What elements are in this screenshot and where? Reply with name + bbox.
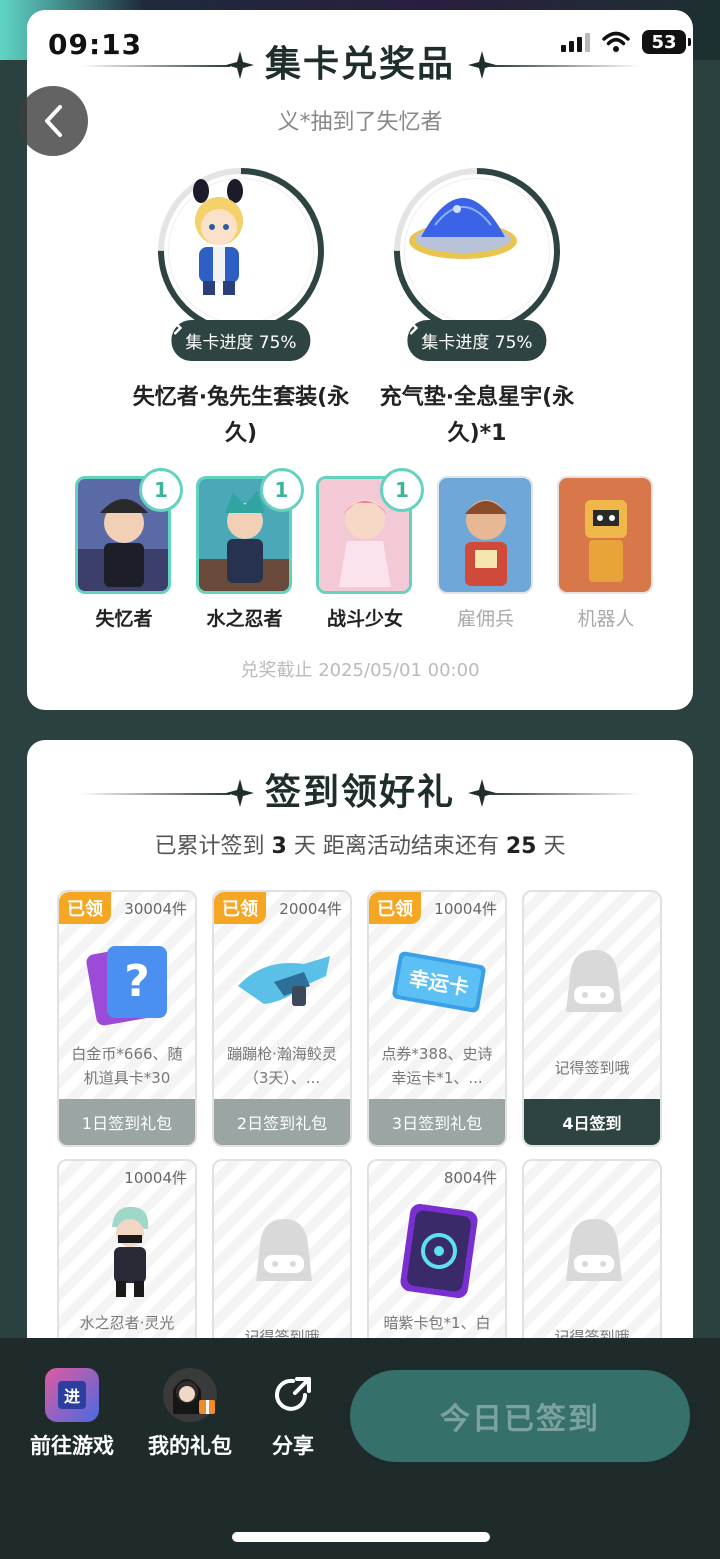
gift-description: 暗紫卡包*1、白: [383, 1314, 491, 1332]
claimed-badge: 已领: [214, 892, 266, 924]
character-card-item[interactable]: 机器人: [557, 476, 655, 631]
character-card-image: [436, 476, 533, 594]
character-card-item[interactable]: 1 失忆者: [75, 468, 183, 631]
gift-description: 点券*388、史诗幸运卡*1、...: [381, 1045, 493, 1087]
share-label: 分享: [272, 1434, 314, 1458]
claimed-badge: 已领: [369, 892, 421, 924]
checkin-title-wrap: 签到领好礼: [27, 770, 693, 816]
checkin-summary: 已累计签到 3 天 距离活动结束还有 25 天: [27, 828, 693, 860]
checkin-card: 签到领好礼 已累计签到 3 天 距离活动结束还有 25 天 已领 30004件 …: [27, 740, 693, 1380]
gift-count: 10004件: [434, 900, 497, 918]
avatar-gift-icon: [163, 1368, 217, 1422]
wifi-icon: [602, 31, 630, 52]
redeem-deadline: 兑奖截止 2025/05/01 00:00: [240, 660, 480, 681]
prize-item[interactable]: 集卡进度 75% 失忆者·兔先生套装(永久): [131, 166, 351, 452]
character-card-item[interactable]: 雇佣兵: [436, 476, 535, 631]
share-button[interactable]: 分享: [266, 1368, 320, 1460]
gift-description: 白金币*666、随机道具卡*30: [71, 1045, 183, 1087]
game-icon: 进: [45, 1368, 99, 1422]
svg-text:?: ?: [124, 956, 150, 1007]
remaining-days: 25: [505, 834, 537, 859]
back-button[interactable]: [18, 86, 88, 156]
game-icon-text: 进: [57, 1381, 86, 1409]
card-pack-icon: [389, 1201, 489, 1301]
prize-name: 充气垫·全息星宇(永久)*1: [379, 385, 575, 446]
status-bar: 09:13 53: [0, 0, 720, 80]
character-card-item[interactable]: 1 水之忍者: [195, 468, 304, 631]
checkin-summary-suffix: 天: [543, 834, 566, 859]
prize-progress-ring: 集卡进度 75%: [392, 166, 562, 361]
checkin-title: 签到领好礼: [264, 772, 455, 813]
placeholder-mascot-icon: [234, 1201, 334, 1301]
character-name: 雇佣兵: [456, 608, 514, 630]
gift-tile[interactable]: 记得签到哦 4日签到: [522, 890, 662, 1147]
my-gifts-label: 我的礼包: [148, 1434, 232, 1458]
battery-icon: 53: [642, 30, 691, 54]
placeholder-mascot-icon: [544, 1201, 644, 1301]
checkin-summary-mid: 天 距离活动结束还有: [293, 834, 499, 859]
share-icon: [266, 1368, 320, 1422]
status-time: 09:13: [48, 28, 143, 61]
card-count-badge: 1: [380, 468, 424, 512]
character-card-image: [557, 476, 653, 594]
gift-grid: 已领 30004件 ? 白金币*666、随机道具卡*30 1日签到礼包 已领 2…: [57, 890, 663, 1380]
gift-count: 20004件: [279, 900, 342, 918]
prize-progress-pill[interactable]: 集卡进度 75%: [171, 320, 311, 361]
inflatable-pad-icon: [404, 178, 550, 324]
prize-name: 失忆者·兔先生套装(永久): [132, 385, 350, 446]
gift-description: 蹦蹦枪·瀚海鲛灵（3天）、...: [227, 1045, 337, 1087]
prize-progress-label: 集卡进度 75%: [185, 333, 297, 353]
lucky-card-icon: 幸运卡: [389, 932, 489, 1032]
checkin-days: 3: [271, 834, 287, 859]
gift-description: 记得签到哦: [554, 1059, 630, 1077]
title-deco-line: [80, 793, 230, 795]
chevron-left-icon: [45, 105, 62, 137]
card-count-badge: 1: [259, 468, 304, 512]
my-gifts-button[interactable]: 我的礼包: [148, 1368, 232, 1460]
gift-tile[interactable]: 已领 10004件 幸运卡 点券*388、史诗幸运卡*1、... 3日签到礼包: [367, 890, 507, 1147]
gift-tile[interactable]: 已领 30004件 ? 白金币*666、随机道具卡*30 1日签到礼包: [57, 890, 197, 1147]
gift-description: 水之忍者·灵光: [79, 1314, 175, 1332]
chevron-right-icon: [173, 321, 183, 335]
draw-news: 义*抽到了失忆者: [277, 110, 443, 135]
blaster-icon: [234, 932, 334, 1032]
bottom-action-bar: 进 前往游戏 我的礼包 分享 今日已签到: [0, 1338, 720, 1559]
prize-item[interactable]: 集卡进度 75% 充气垫·全息星宇(永久)*1: [367, 166, 587, 452]
title-deco-line: [490, 793, 640, 795]
gift-count: 30004件: [124, 900, 187, 918]
gift-footer: 1日签到礼包: [59, 1099, 195, 1145]
character-name: 战斗少女: [326, 608, 403, 630]
character-card-item[interactable]: 1 战斗少女: [316, 468, 424, 631]
prize-progress-label: 集卡进度 75%: [421, 333, 533, 353]
character-name: 水之忍者: [206, 608, 283, 630]
chevron-right-icon: [409, 321, 419, 335]
signal-icon: [561, 32, 590, 52]
card-collect-card: 集卡兑奖品 义*抽到了失忆者 集卡进度 75% 失忆者·兔先生套装(永久) 集卡…: [27, 10, 693, 710]
gift-footer: 3日签到礼包: [369, 1099, 505, 1145]
checkin-summary-prefix: 已累计签到: [154, 834, 265, 859]
character-card-list: 1 失忆者 1 水之忍者 1 战斗少女 雇佣兵 机器人: [75, 468, 655, 631]
ninja-figure-icon: [79, 1201, 179, 1301]
card-count-badge: 1: [139, 468, 183, 512]
go-game-button[interactable]: 进 前往游戏: [30, 1368, 114, 1460]
gift-footer: 4日签到: [524, 1099, 660, 1145]
character-figure-icon: [168, 178, 314, 324]
go-game-label: 前往游戏: [30, 1434, 114, 1458]
character-name: 机器人: [577, 608, 635, 630]
status-icons: 53: [561, 30, 691, 54]
sparkle-icon: [226, 779, 254, 807]
mystery-card-icon: ?: [79, 932, 179, 1032]
prize-progress-ring: 集卡进度 75%: [156, 166, 326, 361]
gift-count: 10004件: [124, 1169, 187, 1187]
gift-count: 8004件: [443, 1169, 497, 1187]
placeholder-mascot-icon: [544, 932, 644, 1032]
gift-footer: 2日签到礼包: [214, 1099, 350, 1145]
claimed-badge: 已领: [59, 892, 111, 924]
gift-tile[interactable]: 已领 20004件 蹦蹦枪·瀚海鲛灵（3天）、... 2日签到礼包: [212, 890, 352, 1147]
checkin-today-button[interactable]: 今日已签到: [350, 1370, 690, 1462]
character-name: 失忆者: [95, 608, 153, 630]
home-indicator[interactable]: [232, 1532, 490, 1542]
prize-progress-pill[interactable]: 集卡进度 75%: [407, 320, 547, 361]
